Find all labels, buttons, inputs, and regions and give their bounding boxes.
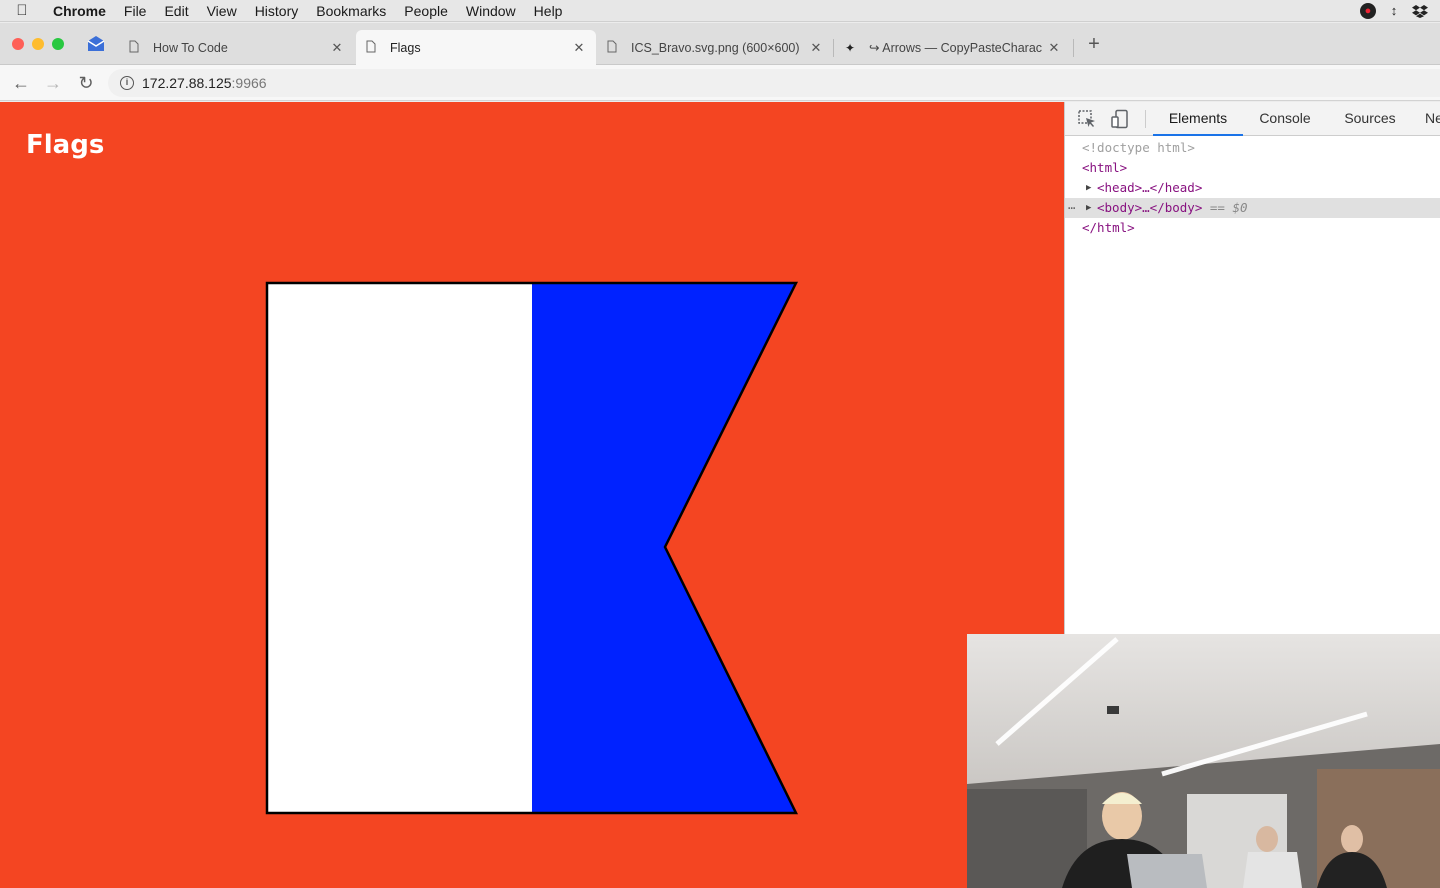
tab-ics-bravo[interactable]: ICS_Bravo.svg.png (600×600) ✕ <box>597 30 833 65</box>
menu-history[interactable]: History <box>246 3 308 19</box>
html-close-tag: </html> <box>1082 220 1135 235</box>
new-tab-button[interactable]: + <box>1084 34 1104 55</box>
webcam-video-frame <box>967 634 1440 888</box>
inspect-element-icon[interactable] <box>1077 109 1097 129</box>
menu-window[interactable]: Window <box>457 3 525 19</box>
dom-node-doctype[interactable]: <!doctype html> <box>1065 138 1440 158</box>
dom-node-html[interactable]: <html> <box>1065 158 1440 178</box>
page-viewport: Flags <box>0 102 1064 888</box>
tab-strip: How To Code ✕ Flags ✕ ICS_Bravo.svg.png … <box>0 23 1440 65</box>
zoom-window-button[interactable] <box>52 38 64 50</box>
devtools-divider <box>1145 110 1146 128</box>
dom-node-html-close[interactable]: </html> <box>1065 218 1440 238</box>
close-window-button[interactable] <box>12 38 24 50</box>
reload-button[interactable]: ↻ <box>75 72 97 94</box>
tab-arrows[interactable]: ✦ ↪ Arrows — CopyPasteCharac ✕ <box>835 30 1071 65</box>
menu-app-name[interactable]: Chrome <box>44 3 115 19</box>
browser-toolbar: ← → ↻ i 172.27.88.125 :9966 <box>0 65 1440 101</box>
doctype-text: <!doctype html> <box>1082 140 1195 155</box>
devtools-toolbar: Elements Console Sources Ne <box>1065 102 1440 136</box>
tab-divider <box>833 39 834 57</box>
body-tag: <body>…</body> <box>1097 200 1203 215</box>
dom-node-body[interactable]: ⋯ ▶ <body>…</body> == $0 <box>1065 198 1440 218</box>
alfa-flag <box>265 281 799 815</box>
transfer-icon[interactable]: ↕ <box>1386 3 1402 19</box>
close-tab-icon[interactable]: ✕ <box>572 40 586 56</box>
menu-view[interactable]: View <box>198 3 246 19</box>
tab-how-to-code[interactable]: How To Code ✕ <box>119 30 354 65</box>
selected-equals: == <box>1209 200 1225 215</box>
bird-icon: ✦ <box>845 40 856 55</box>
expand-triangle-icon[interactable]: ▶ <box>1086 178 1091 198</box>
extension-mail-icon[interactable] <box>86 35 106 53</box>
tab-label: ICS_Bravo.svg.png (600×600) <box>631 40 800 55</box>
tab-console[interactable]: Console <box>1251 102 1319 136</box>
url-port: :9966 <box>231 75 267 91</box>
expand-triangle-icon[interactable]: ▶ <box>1086 198 1091 218</box>
apple-icon[interactable]:  <box>0 2 44 19</box>
selected-ref: $0 <box>1232 200 1248 215</box>
tab-label: How To Code <box>153 40 228 55</box>
device-toggle-icon[interactable] <box>1110 109 1130 129</box>
page-icon <box>607 40 621 56</box>
minimize-window-button[interactable] <box>32 38 44 50</box>
flag-white-hoist <box>267 283 532 813</box>
close-tab-icon[interactable]: ✕ <box>330 40 344 56</box>
webcam-overlay <box>967 634 1440 888</box>
menu-edit[interactable]: Edit <box>155 3 197 19</box>
back-button[interactable]: ← <box>10 72 32 94</box>
tab-label: ↪ Arrows — CopyPasteCharac <box>869 41 1043 55</box>
address-bar[interactable]: i 172.27.88.125 :9966 <box>108 69 1440 97</box>
page-icon <box>129 40 143 56</box>
status-app-icon[interactable]: ● <box>1360 2 1376 19</box>
url-host: 172.27.88.125 <box>142 75 232 91</box>
tab-sources[interactable]: Sources <box>1335 102 1405 136</box>
page-icon <box>366 40 380 56</box>
page-title: Flags <box>26 130 105 160</box>
tab-divider <box>1073 39 1074 57</box>
close-tab-icon[interactable]: ✕ <box>1047 40 1061 56</box>
tab-network[interactable]: Ne <box>1425 102 1440 136</box>
menu-file[interactable]: File <box>115 3 156 19</box>
menu-bookmarks[interactable]: Bookmarks <box>307 3 395 19</box>
menubar-tray: ● ↕ <box>1360 2 1440 19</box>
tab-elements[interactable]: Elements <box>1153 102 1243 136</box>
head-tag: <head>…</head> <box>1097 180 1203 195</box>
html-open-tag: <html> <box>1082 160 1128 175</box>
menu-help[interactable]: Help <box>525 3 572 19</box>
more-icon[interactable]: ⋯ <box>1068 198 1075 218</box>
dropbox-icon[interactable] <box>1412 3 1428 19</box>
forward-button[interactable]: → <box>42 72 64 94</box>
tab-label: Flags <box>390 40 421 55</box>
dom-tree: <!doctype html> <html> ▶ <head>…</head> … <box>1065 138 1440 238</box>
tab-flags[interactable]: Flags ✕ <box>356 30 596 65</box>
info-icon[interactable]: i <box>120 76 134 90</box>
menu-people[interactable]: People <box>395 3 457 19</box>
dom-node-head[interactable]: ▶ <head>…</head> <box>1065 178 1440 198</box>
close-tab-icon[interactable]: ✕ <box>809 40 823 56</box>
macos-menubar:  Chrome File Edit View History Bookmark… <box>0 0 1440 22</box>
